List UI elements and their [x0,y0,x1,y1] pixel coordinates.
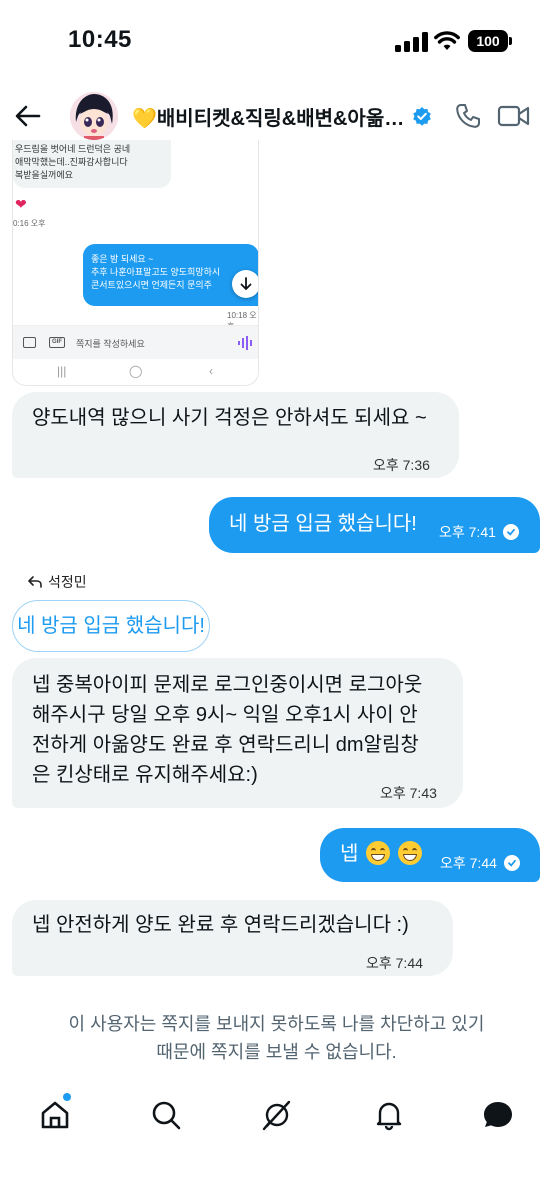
message-text: 넵 중복아이피 문제로 로그인중이시면 로그아웃 해주시구 당일 오후 9시~ … [32,670,458,790]
cellular-signal-icon [395,32,428,52]
grinning-emoji-icon [366,841,391,865]
attachment-composer-placeholder: 쪽지를 작성하세요 [76,339,145,349]
message-text: 넵 [340,839,423,869]
battery-nub [509,37,512,45]
message-timestamp: 오후 7:36 [373,457,430,473]
voice-wave-icon [238,336,252,350]
avatar-illustration [70,92,118,140]
blocked-notice-line: 때문에 쪽지를 보낼 수 없습니다. [156,1042,397,1062]
home-circle-icon: ◯ [129,364,143,378]
status-time: 10:45 [68,26,132,53]
message-outgoing[interactable]: 넵 오후 7:44 [320,828,540,882]
message-text-line: 넵 중복아이피 문제로 로그인중이시면 로그아웃 [32,674,423,696]
attachment-sent-message: 좋은 밤 되세요 ~ 추후 나훈아표말고도 양도희망하시 콘서트있으시면 언제든… [83,244,258,306]
back-chevron-icon: ‹ [209,364,213,378]
message-incoming[interactable]: 넵 중복아이피 문제로 로그인중이시면 로그아웃 해주시구 당일 오후 9시~ … [12,658,463,808]
message-incoming[interactable]: 넵 안전하게 양도 완료 후 연락드리겠습니다 :) 오후 7:44 [12,900,453,976]
home-notification-dot [63,1093,71,1101]
scroll-down-icon [232,270,258,298]
conversation-title: 💛배비티켓&직링&배변&아옮양도 [132,107,408,130]
gif-icon: GIF [49,337,65,348]
message-text-content: 넵 [340,843,359,865]
message-meta: 오후 7:43 [380,778,437,808]
message-outgoing[interactable]: 네 방금 입금 했습니다! 오후 7:41 [209,497,540,553]
message-meta: 오후 7:44 [366,948,423,978]
bell-icon[interactable] [373,1099,405,1131]
grok-icon[interactable] [261,1099,293,1131]
attachment-text-line: 복받을실꺼에요 [15,170,73,180]
messages-icon[interactable] [482,1099,514,1131]
attachment-prev-message: 우드림을 벗어네 드런덕은 공네 애막막했는데..진짜감사합니다 복받을실꺼에요 [13,140,171,188]
message-timestamp: 오후 7:44 [366,955,423,971]
image-attachment[interactable]: 우드림을 벗어네 드런덕은 공네 애막막했는데..진짜감사합니다 복받을실꺼에요… [12,140,259,386]
battery-indicator: 100 [468,30,508,52]
message-meta: 오후 7:36 [373,450,430,480]
read-receipt-icon [503,855,520,871]
conversation-title-wrap[interactable]: 💛배비티켓&직링&배변&아옮양도 [132,102,432,130]
reply-sender-name: 석정민 [48,574,87,590]
attachment-text-line: 우드림을 벗어네 드런덕은 공네 [15,144,131,154]
wifi-icon [434,31,460,50]
attachment-composer: GIF 쪽지를 작성하세요 [13,325,258,359]
message-incoming[interactable]: 양도내역 많으니 사기 걱정은 안하셔도 되세요 ~ 오후 7:36 [12,392,459,478]
phone-icon[interactable] [454,102,482,130]
attachment-text-line: 좋은 밤 되세요 ~ [91,254,154,264]
attachment-text-line: 콘서트있으시면 언제든지 문의주 [91,280,212,290]
message-text-line: 해주시구 당일 오후 9시~ 익일 오후1시 사이 안 [32,704,418,726]
grinning-emoji-icon [398,841,423,865]
attachment-android-nav: ||| ◯ ‹ [13,362,258,385]
reply-context: 석정민 [28,572,87,592]
search-icon[interactable] [150,1099,182,1131]
read-receipt-icon [502,524,519,540]
verified-badge-icon [413,107,431,126]
attachment-timestamp: 0:16 오후 [13,219,46,228]
bottom-nav [0,1085,553,1155]
attachment-text-line: 애막막했는데..진짜감사합니다 [15,157,128,167]
status-bar: 10:45 100 [0,0,553,84]
message-meta: 오후 7:41 [439,517,519,547]
message-text-line: 전하게 아옮양도 완료 후 연락드리니 dm알림창 [32,734,419,756]
message-text: 네 방금 입금 했습니다! [229,513,417,535]
recents-icon: ||| [57,364,67,378]
quoted-message[interactable]: 네 방금 입금 했습니다! [12,600,210,652]
image-icon [23,337,36,348]
arrow-left-icon[interactable] [14,102,42,130]
message-text: 넵 안전하게 양도 완료 후 연락드리겠습니다 :) [32,914,409,936]
attachment-text-line: 추후 나훈아표말고도 양도희망하시 [91,267,221,277]
message-timestamp: 오후 7:44 [440,855,497,871]
conversation-header: 💛배비티켓&직링&배변&아옮양도 [0,84,553,148]
video-camera-icon[interactable] [497,104,531,128]
message-timestamp: 오후 7:41 [439,524,496,540]
message-text: 양도내역 많으니 사기 걱정은 안하셔도 되세요 ~ [32,407,427,429]
message-timestamp: 오후 7:43 [380,785,437,801]
reply-arrow-icon [28,576,42,588]
blocked-notice: 이 사용자는 쪽지를 보내지 못하도록 나를 차단하고 있기 때문에 쪽지를 보… [30,1010,523,1066]
message-meta: 오후 7:44 [440,848,520,878]
avatar[interactable] [70,92,118,140]
blocked-notice-line: 이 사용자는 쪽지를 보내지 못하도록 나를 차단하고 있기 [68,1014,485,1034]
heart-reaction-icon: ❤ [15,196,27,212]
home-icon[interactable] [39,1099,71,1131]
